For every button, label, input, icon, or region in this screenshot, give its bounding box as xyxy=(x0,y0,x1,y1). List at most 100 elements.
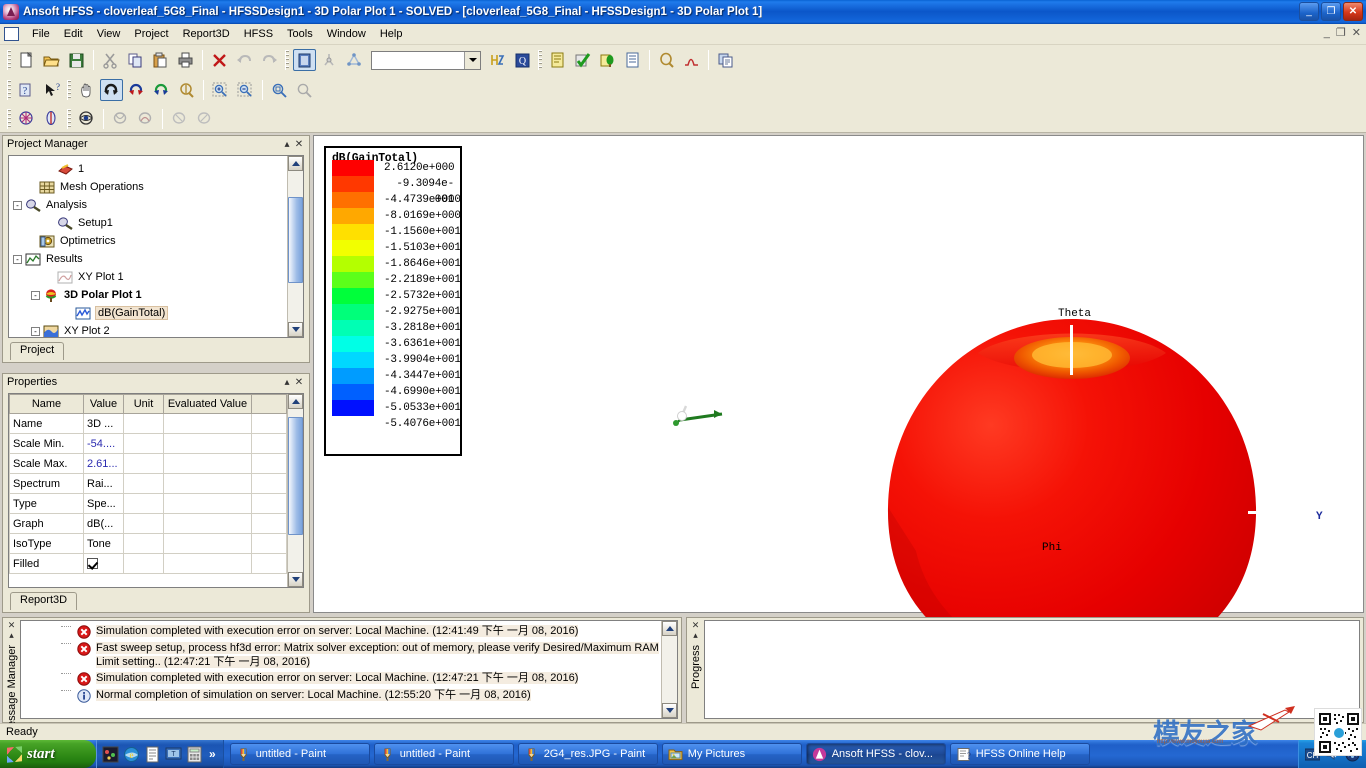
help-context-icon[interactable]: ? xyxy=(15,79,38,101)
validation-icon[interactable] xyxy=(546,49,569,71)
menu-item-hfss[interactable]: HFSS xyxy=(237,26,280,42)
tree-item-analysis[interactable]: - Analysis xyxy=(9,196,287,214)
fit-selection-icon[interactable] xyxy=(293,79,316,101)
variables-icon[interactable] xyxy=(486,49,509,71)
taskbar-button[interactable]: My Pictures xyxy=(661,743,802,765)
message-manager-collapse-button[interactable]: ▴ xyxy=(9,630,14,640)
tree-item-setup1[interactable]: Setup1 xyxy=(9,214,287,232)
tree-item-mesh-operations[interactable]: Mesh Operations xyxy=(9,178,287,196)
properties-grid[interactable]: Name Value Unit Evaluated Value Name 3D ... Sc… xyxy=(9,394,287,587)
scroll-up-button[interactable] xyxy=(288,156,303,171)
taskbar-button[interactable]: untitled - Paint xyxy=(229,743,370,765)
undo-icon[interactable] xyxy=(233,49,256,71)
properties-row[interactable]: Type Spe... xyxy=(9,493,287,514)
properties-row[interactable]: Name 3D ... xyxy=(9,413,287,434)
message-row[interactable]: Simulation completed with execution erro… xyxy=(21,670,661,687)
clear-marker-icon[interactable] xyxy=(168,108,191,130)
redo-icon[interactable] xyxy=(258,49,281,71)
tree-item-results[interactable]: - Results xyxy=(9,250,287,268)
tree-expander[interactable]: - xyxy=(31,290,40,300)
clear-all-markers-icon[interactable] xyxy=(193,108,216,130)
property-value[interactable]: Rai... xyxy=(83,473,124,494)
new-document-icon[interactable] xyxy=(15,49,38,71)
zoom-out-dashed-icon[interactable] xyxy=(234,79,257,101)
print-icon[interactable] xyxy=(174,49,197,71)
rotate-x-icon[interactable] xyxy=(125,79,148,101)
start-button[interactable]: start xyxy=(0,740,96,768)
ie-browser-icon[interactable]: e xyxy=(123,746,140,763)
3d-polar-plot-canvas[interactable]: Theta Phi Y dB(GainTotal) 2.6120e+000 -9.… xyxy=(313,135,1364,673)
zoom-in-dashed-icon[interactable] xyxy=(209,79,232,101)
mdi-restore-button[interactable]: ❐ xyxy=(1336,27,1346,39)
select-object-icon[interactable] xyxy=(293,49,316,71)
property-value[interactable]: dB(... xyxy=(83,513,124,534)
copy-image-icon[interactable] xyxy=(714,49,737,71)
properties-row[interactable]: Graph dB(... xyxy=(9,513,287,534)
menu-item-report3d[interactable]: Report3D xyxy=(176,26,237,42)
tree-item-1[interactable]: 1 xyxy=(9,160,287,178)
project-manager-collapse-button[interactable]: ▴ xyxy=(281,139,293,150)
properties-close-button[interactable]: ✕ xyxy=(293,377,305,388)
menu-item-file[interactable]: File xyxy=(25,26,57,42)
marker-icon[interactable] xyxy=(109,108,132,130)
toolbar-grip[interactable] xyxy=(7,80,11,100)
scroll-down-button[interactable] xyxy=(288,322,303,337)
scroll-up-button[interactable] xyxy=(662,621,677,636)
properties-row[interactable]: Filled xyxy=(9,553,287,574)
select-face-icon[interactable] xyxy=(318,49,341,71)
media-player-icon[interactable] xyxy=(102,746,119,763)
progress-collapse-button[interactable]: ▴ xyxy=(693,630,698,640)
toolbar-grip[interactable] xyxy=(285,50,289,70)
plot-curve-icon[interactable] xyxy=(680,49,703,71)
tree-expander[interactable]: - xyxy=(13,200,22,210)
taskbar-button[interactable]: untitled - Paint xyxy=(373,743,514,765)
select-edge-icon[interactable] xyxy=(343,49,366,71)
scroll-up-button[interactable] xyxy=(288,394,303,409)
message-scrollbar[interactable] xyxy=(661,621,677,718)
design-settings-icon[interactable]: Q xyxy=(511,49,534,71)
property-value[interactable]: 2.61... xyxy=(83,453,124,474)
quick-launch-overflow-button[interactable]: » xyxy=(209,747,216,761)
checkbox-checked-icon[interactable] xyxy=(87,558,98,570)
field-overlay-icon[interactable] xyxy=(655,49,678,71)
show-desktop-icon[interactable]: T xyxy=(165,746,182,763)
open-folder-icon[interactable] xyxy=(40,49,63,71)
taskbar-button[interactable]: Ansoft HFSS - clov... xyxy=(805,743,946,765)
taskbar-button[interactable]: 2G4_res.JPG - Paint xyxy=(517,743,658,765)
animate-icon[interactable] xyxy=(75,108,98,130)
mesh-plot-icon[interactable] xyxy=(15,108,38,130)
property-value[interactable]: Spe... xyxy=(83,493,124,514)
properties-collapse-button[interactable]: ▴ xyxy=(281,377,293,388)
pan-hand-icon[interactable] xyxy=(75,79,98,101)
project-tree[interactable]: 1 Mesh Operations - Analysis Setup1 Optimetri… xyxy=(9,156,287,337)
delete-x-icon[interactable] xyxy=(208,49,231,71)
message-row[interactable]: Normal completion of simulation on serve… xyxy=(21,687,661,704)
menu-item-project[interactable]: Project xyxy=(127,26,175,42)
report-icon[interactable] xyxy=(621,49,644,71)
scroll-thumb[interactable] xyxy=(288,417,303,535)
scroll-thumb[interactable] xyxy=(288,197,303,283)
fit-all-icon[interactable] xyxy=(268,79,291,101)
menu-item-view[interactable]: View xyxy=(90,26,128,42)
notepad-icon[interactable] xyxy=(144,746,161,763)
minimize-button[interactable]: _ xyxy=(1299,2,1319,21)
scroll-track[interactable] xyxy=(288,409,303,572)
message-row[interactable]: Simulation completed with execution erro… xyxy=(21,623,661,640)
project-tree-scrollbar[interactable] xyxy=(287,156,303,337)
properties-scrollbar[interactable] xyxy=(287,394,303,587)
marker2-icon[interactable] xyxy=(134,108,157,130)
message-list[interactable]: Simulation completed with execution erro… xyxy=(21,621,661,718)
scroll-track[interactable] xyxy=(662,636,677,703)
message-manager-close-button[interactable]: ✕ xyxy=(8,620,16,630)
mdi-close-button[interactable]: ✕ xyxy=(1352,27,1361,39)
tree-expander[interactable]: - xyxy=(13,254,22,264)
whats-this-icon[interactable]: ? xyxy=(40,79,63,101)
rotate-y-icon[interactable] xyxy=(150,79,173,101)
toolbar-grip[interactable] xyxy=(7,108,11,129)
tree-item-xy-plot-1[interactable]: XY Plot 1 xyxy=(9,268,287,286)
properties-row[interactable]: Scale Min. -54.... xyxy=(9,433,287,454)
progress-body[interactable] xyxy=(704,620,1360,719)
taskbar-button[interactable]: ? HFSS Online Help xyxy=(949,743,1090,765)
properties-row[interactable]: Scale Max. 2.61... xyxy=(9,453,287,474)
toolbar-grip[interactable] xyxy=(67,108,71,129)
